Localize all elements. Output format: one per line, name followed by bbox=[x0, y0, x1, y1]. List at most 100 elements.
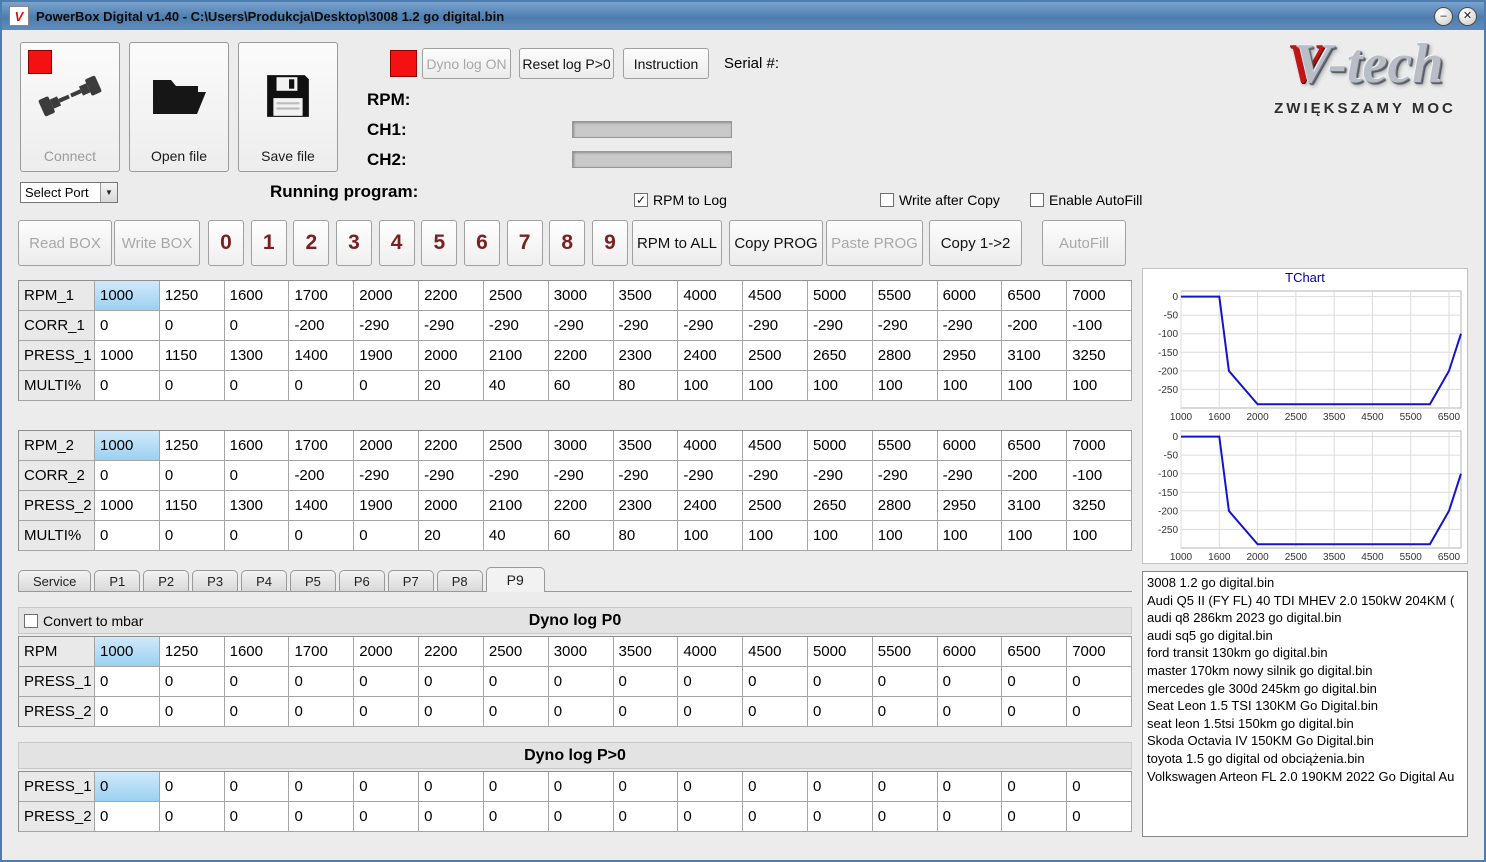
table-cell[interactable]: 0 bbox=[159, 772, 225, 802]
table-cell[interactable]: 0 bbox=[807, 802, 873, 832]
table-cell[interactable]: 20 bbox=[419, 521, 484, 551]
table-cell[interactable]: 0 bbox=[613, 667, 679, 697]
table-cell[interactable]: 100 bbox=[807, 521, 873, 551]
table-cell[interactable]: -290 bbox=[872, 311, 938, 341]
reset-log-button[interactable]: Reset log P>0 bbox=[519, 48, 614, 79]
file-list-item[interactable]: Skoda Octavia IV 150KM Go Digital.bin bbox=[1143, 732, 1467, 750]
file-list-item[interactable]: mercedes gle 300d 245km go digital.bin bbox=[1143, 680, 1467, 698]
table-cell[interactable]: 2300 bbox=[613, 491, 679, 521]
table-cell[interactable]: 2000 bbox=[354, 281, 420, 311]
table-cell[interactable]: 0 bbox=[224, 697, 290, 727]
table-cell[interactable]: 0 bbox=[95, 461, 160, 491]
file-list-item[interactable]: Seat Leon 1.5 TSI 130KM Go Digital.bin bbox=[1143, 697, 1467, 715]
table-cell[interactable]: 3250 bbox=[1067, 491, 1132, 521]
table-cell[interactable]: 0 bbox=[872, 667, 938, 697]
table-cell[interactable]: 7000 bbox=[1067, 431, 1132, 461]
checkbox-box[interactable] bbox=[1030, 193, 1044, 207]
table-cell[interactable]: 0 bbox=[159, 697, 225, 727]
file-list-item[interactable]: seat leon 1.5tsi 150km go digital.bin bbox=[1143, 715, 1467, 733]
table-cell[interactable]: 100 bbox=[743, 521, 808, 551]
tab-p2[interactable]: P2 bbox=[143, 570, 190, 591]
table-cell[interactable]: 100 bbox=[937, 521, 1003, 551]
table-cell[interactable]: 6500 bbox=[1002, 281, 1068, 311]
table-cell[interactable]: 0 bbox=[548, 697, 614, 727]
table-cell[interactable]: 0 bbox=[483, 697, 549, 727]
table-cell[interactable]: 0 bbox=[354, 521, 420, 551]
tab-p1[interactable]: P1 bbox=[94, 570, 141, 591]
tab-p4[interactable]: P4 bbox=[241, 570, 287, 591]
table-cell[interactable]: 0 bbox=[483, 772, 549, 802]
table-cell[interactable]: -290 bbox=[743, 461, 808, 491]
table-cell[interactable]: 100 bbox=[1002, 521, 1068, 551]
table-cell[interactable]: 6500 bbox=[1002, 431, 1068, 461]
table-cell[interactable]: 0 bbox=[354, 772, 420, 802]
table-cell[interactable]: 2500 bbox=[483, 281, 549, 311]
table-cell[interactable]: 3500 bbox=[613, 281, 679, 311]
rpm-to-log-checkbox[interactable]: ✓ RPM to Log bbox=[634, 192, 727, 208]
enable-autofill-checkbox[interactable]: Enable AutoFill bbox=[1030, 192, 1142, 208]
table-cell[interactable]: 0 bbox=[224, 521, 290, 551]
autofill-button[interactable]: AutoFill bbox=[1042, 220, 1126, 266]
table-cell[interactable]: 2800 bbox=[872, 491, 938, 521]
table-cell[interactable]: 4500 bbox=[743, 431, 808, 461]
table-cell[interactable]: 0 bbox=[224, 461, 290, 491]
write-after-copy-checkbox[interactable]: Write after Copy bbox=[880, 192, 1000, 208]
table-cell[interactable]: 5500 bbox=[872, 637, 938, 667]
table-cell[interactable]: -290 bbox=[613, 311, 679, 341]
table-cell[interactable]: 2200 bbox=[419, 281, 484, 311]
digit-button-5[interactable]: 5 bbox=[421, 220, 458, 266]
table-cell[interactable]: -290 bbox=[678, 461, 744, 491]
table-cell[interactable]: 0 bbox=[159, 521, 225, 551]
table-cell[interactable]: 0 bbox=[548, 772, 614, 802]
table-cell[interactable]: 0 bbox=[95, 371, 160, 401]
file-list-item[interactable]: master 170km nowy silnik go digital.bin bbox=[1143, 662, 1467, 680]
table-cell[interactable]: 0 bbox=[483, 667, 549, 697]
table-cell[interactable]: 5000 bbox=[807, 281, 873, 311]
table-cell[interactable]: 5500 bbox=[872, 431, 938, 461]
table-cell[interactable]: 2000 bbox=[419, 341, 484, 371]
table-cell[interactable]: 0 bbox=[289, 802, 355, 832]
table-cell[interactable]: -200 bbox=[289, 461, 355, 491]
table-cell[interactable]: -200 bbox=[1002, 461, 1068, 491]
table-cell[interactable]: 2800 bbox=[872, 341, 938, 371]
table-cell[interactable]: -100 bbox=[1067, 311, 1132, 341]
connect-button[interactable]: Connect bbox=[20, 42, 120, 172]
table-cell[interactable]: 0 bbox=[354, 371, 420, 401]
table-cell[interactable]: 1000 bbox=[95, 637, 160, 667]
table-cell[interactable]: -290 bbox=[419, 311, 484, 341]
digit-button-7[interactable]: 7 bbox=[506, 220, 543, 266]
table-cell[interactable]: 1600 bbox=[224, 281, 290, 311]
table-cell[interactable]: 3000 bbox=[548, 637, 614, 667]
table-cell[interactable]: 0 bbox=[224, 371, 290, 401]
table-cell[interactable]: 2950 bbox=[937, 341, 1003, 371]
table-cell[interactable]: 80 bbox=[613, 521, 679, 551]
table-cell[interactable]: 0 bbox=[159, 667, 225, 697]
table-cell[interactable]: 4500 bbox=[743, 637, 808, 667]
table-cell[interactable]: 1000 bbox=[95, 431, 160, 461]
table-cell[interactable]: 100 bbox=[807, 371, 873, 401]
dyno-log-on-button[interactable]: Dyno log ON bbox=[422, 48, 511, 79]
table-cell[interactable]: 0 bbox=[95, 311, 160, 341]
tab-p5[interactable]: P5 bbox=[289, 570, 336, 591]
table-cell[interactable]: 0 bbox=[872, 697, 938, 727]
table-cell[interactable]: 2950 bbox=[937, 491, 1003, 521]
instruction-button[interactable]: Instruction bbox=[623, 48, 709, 79]
table-cell[interactable]: 0 bbox=[613, 802, 679, 832]
table-cell[interactable]: 100 bbox=[1067, 521, 1132, 551]
table-cell[interactable]: 100 bbox=[678, 371, 744, 401]
table-cell[interactable]: 0 bbox=[678, 772, 744, 802]
table-cell[interactable]: 100 bbox=[1067, 371, 1132, 401]
table-cell[interactable]: 6000 bbox=[937, 637, 1003, 667]
digit-button-9[interactable]: 9 bbox=[591, 220, 628, 266]
table-cell[interactable]: 0 bbox=[678, 667, 744, 697]
table-cell[interactable]: 7000 bbox=[1067, 637, 1132, 667]
minimize-button[interactable]: – bbox=[1434, 6, 1453, 26]
table-cell[interactable]: 0 bbox=[1067, 802, 1132, 832]
table-cell[interactable]: 4000 bbox=[678, 281, 744, 311]
table-cell[interactable]: 3500 bbox=[613, 431, 679, 461]
table-cell[interactable]: 0 bbox=[613, 772, 679, 802]
table-cell[interactable]: 2650 bbox=[807, 491, 873, 521]
table-cell[interactable]: 0 bbox=[354, 667, 420, 697]
table-cell[interactable]: 6000 bbox=[937, 281, 1003, 311]
table-cell[interactable]: 2200 bbox=[419, 431, 484, 461]
